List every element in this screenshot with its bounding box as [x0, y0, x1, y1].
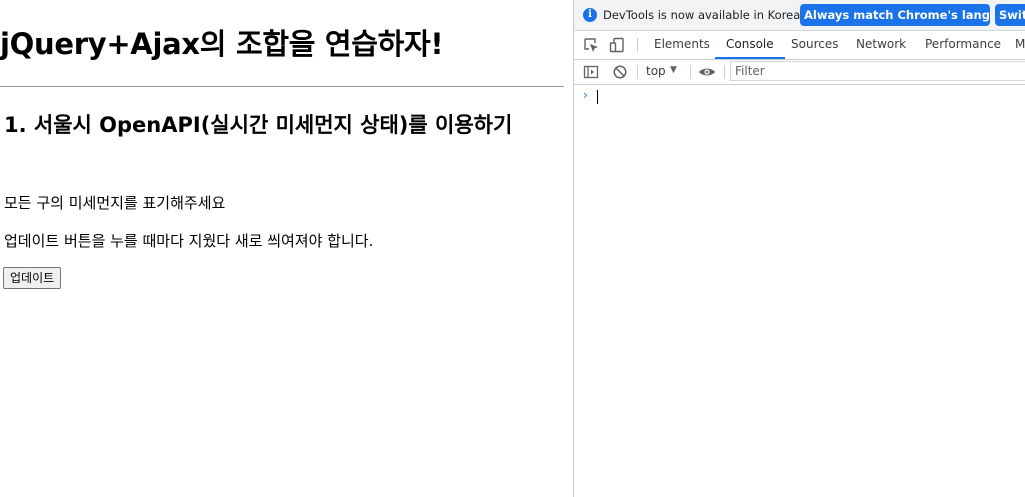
- update-button[interactable]: 업데이트: [3, 267, 62, 289]
- horizontal-rule: [0, 86, 564, 87]
- instruction-text-1: 모든 구의 미세먼지를 표기해주세요: [4, 194, 226, 212]
- always-match-language-button[interactable]: Always match Chrome's language: [800, 4, 990, 26]
- tab-more[interactable]: M: [1015, 31, 1025, 58]
- devtools-panel: i DevTools is now available in Korean! A…: [573, 0, 1025, 497]
- text-caret: [597, 90, 598, 104]
- switch-language-button[interactable]: Switch: [995, 4, 1025, 26]
- toolbar-divider: [724, 65, 725, 79]
- tab-sources[interactable]: Sources: [791, 31, 838, 58]
- toolbar-divider: [637, 38, 638, 52]
- toolbar-divider: [637, 65, 638, 79]
- tab-network[interactable]: Network: [856, 31, 906, 58]
- tab-elements[interactable]: Elements: [654, 31, 710, 58]
- infobar-message: DevTools is now available in Korean!: [603, 8, 813, 22]
- info-icon: i: [583, 8, 597, 22]
- language-infobar: i DevTools is now available in Korean! A…: [574, 0, 1025, 31]
- eye-icon[interactable]: [698, 64, 715, 80]
- sidebar-toggle-icon[interactable]: [583, 64, 599, 80]
- console-filter-input[interactable]: [730, 61, 1025, 81]
- context-selector[interactable]: top: [646, 64, 666, 78]
- tab-console[interactable]: Console: [715, 31, 785, 59]
- inspect-element-icon[interactable]: [583, 37, 599, 53]
- clear-console-icon[interactable]: [612, 64, 628, 80]
- page-title: jQuery+Ajax의 조합을 연습하자!: [0, 27, 444, 61]
- devtools-tabbar: Elements Console Sources Network Perform…: [574, 31, 1025, 60]
- console-output[interactable]: ›: [574, 85, 1025, 497]
- console-toolbar: top ▼: [574, 60, 1025, 85]
- console-prompt-icon: ›: [583, 88, 588, 102]
- toolbar-divider: [690, 65, 691, 79]
- context-dropdown-icon[interactable]: ▼: [670, 65, 677, 75]
- web-page: jQuery+Ajax의 조합을 연습하자! 1. 서울시 OpenAPI(실시…: [0, 0, 572, 497]
- tab-performance[interactable]: Performance: [925, 31, 1001, 58]
- device-toolbar-icon[interactable]: [609, 37, 625, 53]
- section-title: 1. 서울시 OpenAPI(실시간 미세먼지 상태)를 이용하기: [4, 113, 513, 137]
- instruction-text-2: 업데이트 버튼을 누를 때마다 지웠다 새로 씌여져야 합니다.: [4, 232, 374, 250]
